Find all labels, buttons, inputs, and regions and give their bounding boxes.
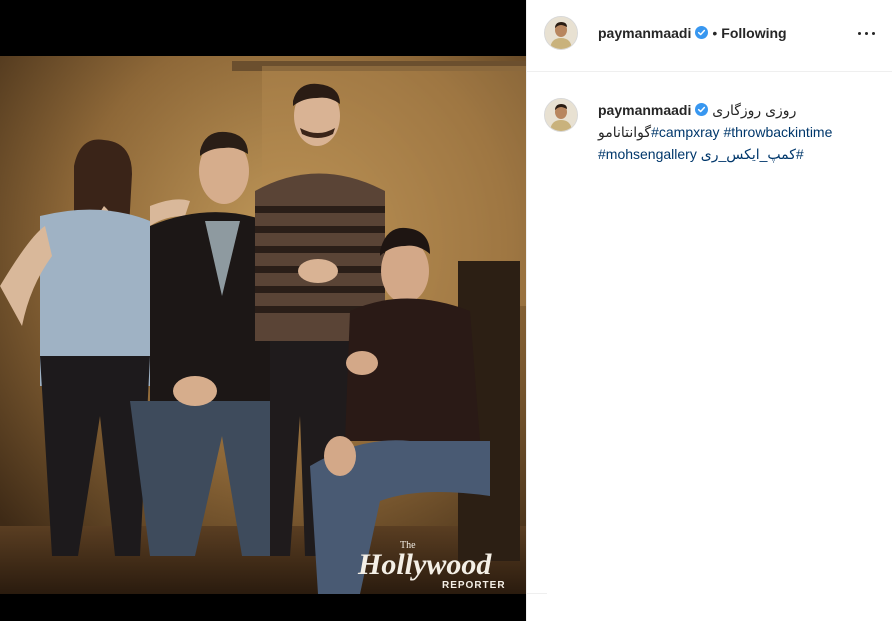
caption-text: paymanmaadi روزی روزگاری گوانتانامو#camp… bbox=[598, 99, 878, 165]
verified-badge-icon bbox=[695, 26, 709, 39]
hashtag-throwbackintime[interactable]: #throwbackintime bbox=[723, 124, 832, 140]
caption-verified-badge-icon bbox=[695, 103, 709, 116]
caption-username-link[interactable]: paymanmaadi bbox=[598, 102, 691, 118]
post-media[interactable]: The Hollywood REPORTER bbox=[0, 0, 526, 621]
caption-line-1: paymanmaadi روزی روزگاری bbox=[598, 99, 878, 121]
instagram-post: The Hollywood REPORTER paymanmaadi • Follo… bbox=[0, 0, 892, 621]
hashtag-campxray[interactable]: #campxray bbox=[651, 124, 719, 140]
more-options-icon[interactable] bbox=[857, 24, 877, 44]
caption-line-3: #mohsengallery #کمپ_ایکس_ری bbox=[598, 143, 878, 165]
svg-text:Hollywood: Hollywood bbox=[357, 548, 492, 581]
caption-avatar[interactable] bbox=[544, 98, 578, 132]
post-side-pane: paymanmaadi • Following paymanmaadi روزی ر… bbox=[526, 0, 892, 621]
caption-persian-text-1: روزی روزگاری bbox=[712, 102, 797, 118]
caption-persian-text-2: گوانتانامو bbox=[598, 124, 652, 140]
hashtag-mohsengallery[interactable]: #mohsengallery bbox=[598, 146, 697, 162]
avatar[interactable] bbox=[544, 16, 578, 50]
divider bbox=[527, 593, 547, 594]
svg-text:REPORTER: REPORTER bbox=[442, 580, 506, 591]
username-link[interactable]: paymanmaadi bbox=[598, 25, 691, 41]
post-header: paymanmaadi • Following bbox=[527, 0, 892, 72]
header-line: paymanmaadi • Following bbox=[598, 25, 787, 41]
caption-line-2: گوانتانامو#campxray #throwbackintime bbox=[598, 121, 878, 143]
following-button[interactable]: Following bbox=[721, 25, 786, 41]
hashtag-camp-x-ray-persian[interactable]: #کمپ_ایکس_ری bbox=[701, 146, 804, 162]
separator-dot: • bbox=[712, 25, 718, 41]
post-photo[interactable]: The Hollywood REPORTER bbox=[0, 56, 526, 594]
